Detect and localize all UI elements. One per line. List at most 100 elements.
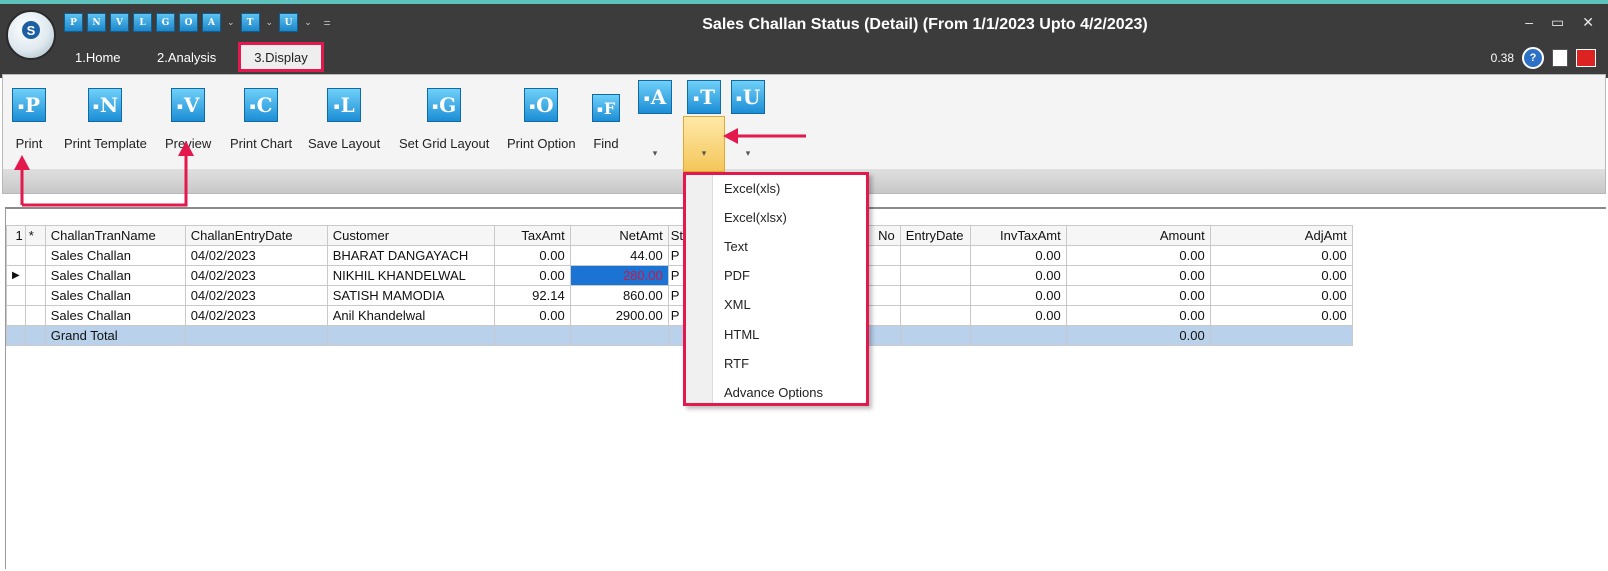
cell-challan-entry-date[interactable]: 04/02/2023	[184, 305, 328, 326]
cell-entry-date[interactable]	[899, 305, 971, 326]
cell-tax-amt[interactable]: 0.00	[493, 265, 571, 286]
cell-net-amt[interactable]: 2900.00	[569, 305, 669, 326]
gallery-a-dropdown-icon[interactable]: ▾	[653, 148, 658, 159]
cell-challan-tran-name[interactable]: Sales Challan	[44, 305, 186, 326]
document-icon[interactable]	[1552, 49, 1568, 67]
current-row-indicator-icon[interactable]: ▶	[6, 265, 26, 286]
cell-challan-entry-date[interactable]: 04/02/2023	[184, 245, 328, 266]
cell-challan-entry-date[interactable]: 04/02/2023	[184, 285, 328, 306]
table-row[interactable]: ▶ Sales Challan 04/02/2023 NIKHIL KHANDE…	[6, 265, 1353, 286]
cell-amount[interactable]: 0.00	[1065, 285, 1211, 306]
exit-icon[interactable]	[1576, 49, 1596, 67]
cell-tax-amt[interactable]: 0.00	[493, 245, 571, 266]
row-indicator-header[interactable]: 1	[6, 225, 26, 246]
minimize-icon[interactable]: –	[1525, 14, 1533, 31]
cell-customer[interactable]: BHARAT DANGAYACH	[326, 245, 495, 266]
cell-amount[interactable]: 0.00	[1065, 305, 1211, 326]
cell-inv-tax-amt[interactable]: 0.00	[969, 245, 1067, 266]
print-template-button[interactable]: ▪ N Print Template	[64, 88, 147, 151]
menu-item-html[interactable]: HTML	[724, 327, 759, 342]
col-challan-entry-date[interactable]: ChallanEntryDate	[184, 225, 328, 246]
print-chart-button[interactable]: ▪ C Print Chart	[230, 88, 292, 151]
gallery-t-button[interactable]: ▪ T ▾	[687, 80, 721, 159]
cell-entry-date[interactable]	[899, 265, 971, 286]
find-icon: ▪ F	[592, 94, 620, 122]
help-icon[interactable]: ?	[1522, 47, 1544, 69]
menu-item-excel-xlsx[interactable]: Excel(xlsx)	[724, 210, 787, 225]
gallery-u-icon: ▪ U	[731, 80, 765, 114]
col-tax-amt[interactable]: TaxAmt	[493, 225, 571, 246]
window-title: Sales Challan Status (Detail) (From 1/1/…	[702, 16, 1148, 33]
col-adj-amt[interactable]: AdjAmt	[1209, 225, 1353, 246]
cell-challan-tran-name[interactable]: Sales Challan	[44, 285, 186, 306]
cell-inv-tax-amt[interactable]: 0.00	[969, 285, 1067, 306]
save-layout-button[interactable]: ▪ L Save Layout	[308, 88, 380, 151]
gallery-t-icon: ▪ T	[687, 80, 721, 114]
print-template-icon: ▪ N	[88, 88, 123, 122]
table-row[interactable]: Sales Challan 04/02/2023 SATISH MAMODIA …	[6, 285, 1353, 306]
cell-adj-amt[interactable]: 0.00	[1209, 245, 1353, 266]
menu-item-xml[interactable]: XML	[724, 297, 751, 312]
col-amount[interactable]: Amount	[1065, 225, 1211, 246]
menu-item-pdf[interactable]: PDF	[724, 268, 750, 283]
cell-customer[interactable]: SATISH MAMODIA	[326, 285, 495, 306]
cell-adj-amt[interactable]: 0.00	[1209, 305, 1353, 326]
app-logo-s-icon: S	[22, 21, 40, 39]
cell-amount[interactable]: 0.00	[1065, 245, 1211, 266]
print-button[interactable]: ▪ P Print	[12, 88, 46, 151]
cell-adj-amt[interactable]: 0.00	[1209, 285, 1353, 306]
set-grid-layout-button[interactable]: ▪ G Set Grid Layout	[399, 88, 489, 151]
print-option-button[interactable]: ▪ O Print Option	[507, 88, 576, 151]
cell-challan-entry-date[interactable]: 04/02/2023	[184, 265, 328, 286]
new-row-header[interactable]: *	[24, 225, 46, 246]
cell-inv-tax-amt[interactable]: 0.00	[969, 305, 1067, 326]
cell-adj-amt[interactable]: 0.00	[1209, 265, 1353, 286]
cell-entry-date[interactable]	[899, 245, 971, 266]
col-entry-date[interactable]: EntryDate	[899, 225, 971, 246]
menu-item-text[interactable]: Text	[724, 239, 748, 254]
menu-item-excel-xls[interactable]: Excel(xls)	[724, 181, 780, 196]
cell-net-amt[interactable]: 860.00	[569, 285, 669, 306]
gallery-a-button[interactable]: ▪ A ▾	[638, 80, 672, 159]
gallery-u-button[interactable]: ▪ U ▾	[731, 80, 765, 159]
cell-net-amt-selected[interactable]: 280.00	[569, 265, 669, 286]
cell-tax-amt[interactable]: 92.14	[493, 285, 571, 306]
cell-customer[interactable]: Anil Khandelwal	[326, 305, 495, 326]
row-indicator[interactable]	[6, 245, 26, 266]
status-area: 0.38 ?	[1491, 47, 1596, 69]
cell-challan-tran-name[interactable]: Sales Challan	[44, 245, 186, 266]
menu-item-rtf[interactable]: RTF	[724, 356, 749, 371]
print-option-label: Print Option	[507, 136, 576, 151]
find-button[interactable]: ▪ F Find	[592, 88, 620, 151]
tab-analysis[interactable]: 2.Analysis	[157, 50, 216, 65]
cell-amount[interactable]: 0.00	[1065, 265, 1211, 286]
cell-customer[interactable]: NIKHIL KHANDELWAL	[326, 265, 495, 286]
table-row[interactable]: Sales Challan 04/02/2023 BHARAT DANGAYAC…	[6, 245, 1353, 266]
cell-entry-date[interactable]	[899, 285, 971, 306]
cell-tax-amt[interactable]: 0.00	[493, 305, 571, 326]
menu-item-advance-options[interactable]: Advance Options	[724, 385, 823, 400]
print-label: Print	[15, 136, 43, 151]
cell-net-amt[interactable]: 44.00	[569, 245, 669, 266]
gallery-t-dropdown-icon[interactable]: ▾	[702, 148, 707, 159]
col-challan-tran-name[interactable]: ChallanTranName	[44, 225, 186, 246]
table-row[interactable]: Sales Challan 04/02/2023 Anil Khandelwal…	[6, 305, 1353, 326]
grand-total-row: Grand Total 0.00	[6, 325, 1353, 346]
gallery-u-dropdown-icon[interactable]: ▾	[746, 148, 751, 159]
print-chart-label: Print Chart	[230, 136, 293, 151]
grand-total-label: Grand Total	[44, 325, 186, 346]
cell-challan-tran-name[interactable]: Sales Challan	[44, 265, 186, 286]
status-value: 0.38	[1490, 51, 1514, 65]
app-logo[interactable]: S	[6, 10, 56, 60]
tab-home[interactable]: 1.Home	[75, 50, 121, 65]
maximize-icon[interactable]: ▭	[1551, 14, 1564, 31]
row-indicator[interactable]	[6, 285, 26, 306]
row-indicator[interactable]	[6, 305, 26, 326]
preview-button[interactable]: ▪ V Preview	[165, 88, 211, 151]
cell-inv-tax-amt[interactable]: 0.00	[969, 265, 1067, 286]
col-customer[interactable]: Customer	[326, 225, 495, 246]
close-icon[interactable]: ✕	[1582, 14, 1594, 31]
tab-display[interactable]: 3.Display	[238, 42, 324, 72]
col-net-amt[interactable]: NetAmt	[569, 225, 669, 246]
col-inv-tax-amt[interactable]: InvTaxAmt	[969, 225, 1067, 246]
